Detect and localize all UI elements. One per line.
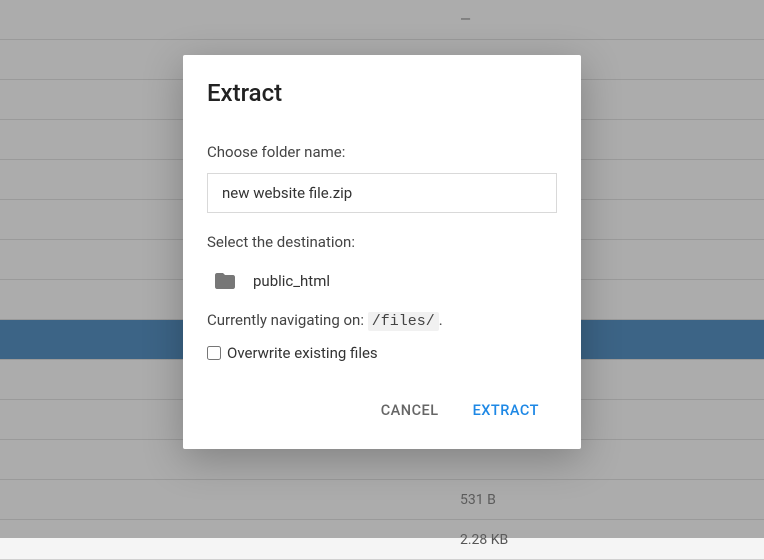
folder-name-input[interactable]: [207, 173, 557, 213]
overwrite-label: Overwrite existing files: [227, 344, 378, 362]
current-path-period: .: [439, 311, 443, 329]
overwrite-row[interactable]: Overwrite existing files: [207, 344, 557, 362]
folder-name-label: Choose folder name:: [207, 143, 557, 161]
extract-dialog: Extract Choose folder name: Select the d…: [183, 55, 581, 449]
current-path-value: /files/: [368, 312, 439, 331]
folder-icon: [211, 269, 239, 293]
dialog-title: Extract: [207, 79, 557, 107]
dialog-button-row: CANCEL EXTRACT: [207, 396, 557, 425]
current-path-line: Currently navigating on: /files/.: [207, 311, 557, 330]
extract-button[interactable]: EXTRACT: [469, 396, 543, 425]
destination-folder-row[interactable]: public_html: [207, 263, 557, 311]
cancel-button[interactable]: CANCEL: [377, 396, 443, 425]
destination-folder-name: public_html: [253, 272, 330, 290]
destination-label: Select the destination:: [207, 233, 557, 251]
current-path-label: Currently navigating on:: [207, 311, 364, 329]
overwrite-checkbox[interactable]: [207, 346, 221, 360]
